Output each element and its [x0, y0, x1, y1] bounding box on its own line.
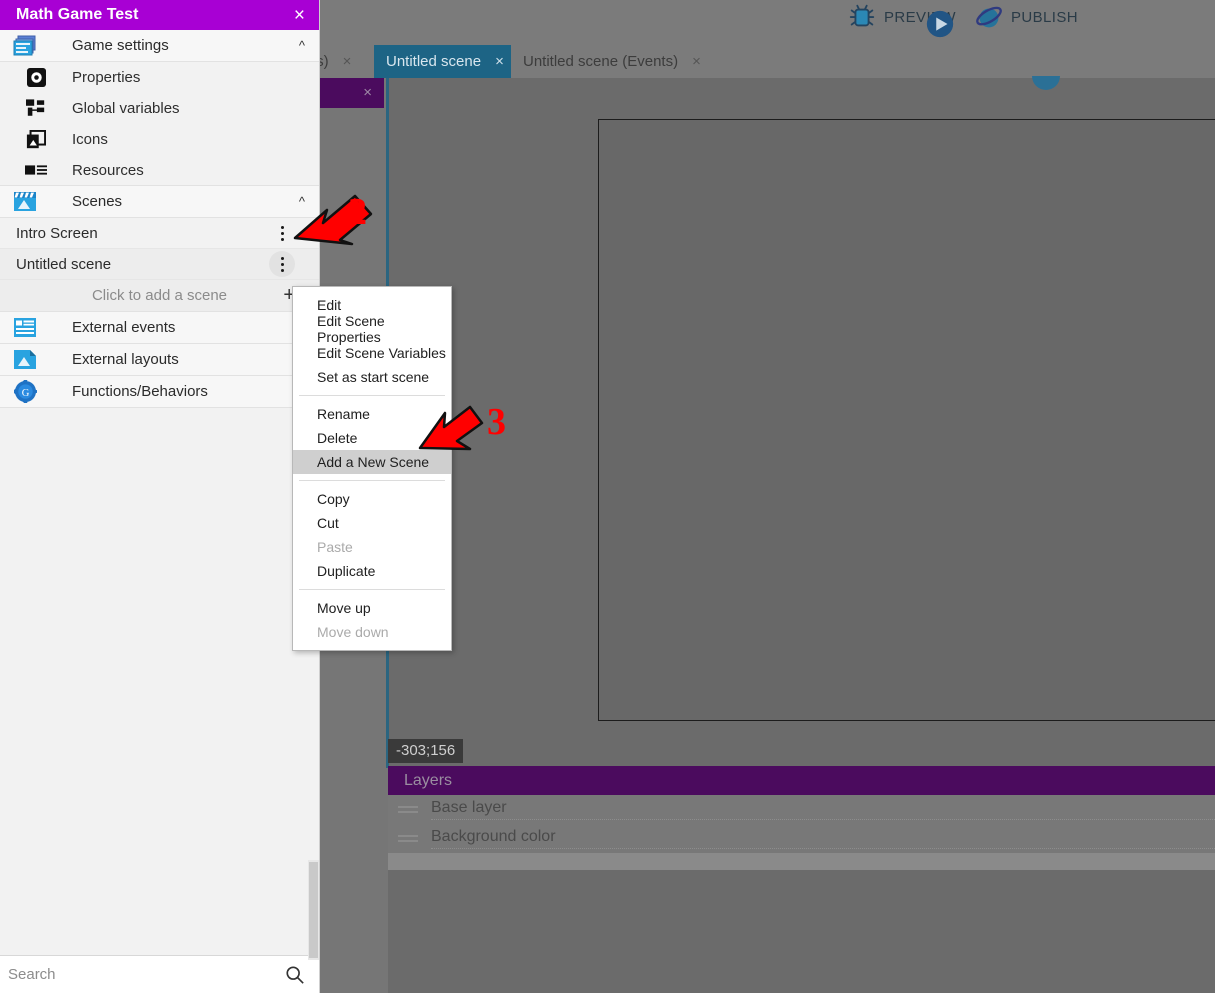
sidebar-label-properties: Properties	[72, 69, 141, 86]
sidebar-scene-intro-screen[interactable]: Intro Screen	[0, 218, 319, 249]
scene-name: Intro Screen	[16, 224, 98, 242]
more-vertical-icon[interactable]	[269, 251, 295, 277]
external-layouts-icon	[0, 349, 50, 371]
sidebar-section-scenes[interactable]: Scenes ^	[0, 186, 319, 218]
context-menu-item-delete[interactable]: Delete	[293, 426, 451, 450]
close-icon[interactable]: ×	[294, 6, 305, 25]
sidebar-empty-area	[0, 408, 319, 955]
background-panel-close-icon[interactable]: ×	[363, 84, 372, 101]
publish-label: PUBLISH	[1011, 8, 1078, 26]
game-settings-icon	[0, 35, 50, 57]
sidebar-label-scenes: Scenes	[72, 193, 123, 210]
layers-panel-header: Layers	[388, 766, 1215, 795]
more-vertical-icon[interactable]	[269, 220, 295, 246]
sidebar-section-functions-behaviors[interactable]: G Functions/Behaviors ^	[0, 376, 319, 408]
tab-1-label: Untitled scene	[386, 53, 482, 70]
context-menu-item-paste: Paste	[317, 539, 353, 555]
layers-panel-footer	[388, 853, 1215, 870]
annotation-number-2: 2	[348, 191, 367, 233]
chevron-up-icon[interactable]: ^	[299, 194, 305, 209]
search-input[interactable]	[8, 966, 285, 983]
sidebar-section-external-layouts[interactable]: External layouts ^	[0, 344, 319, 376]
context-menu-separator	[299, 395, 445, 396]
tab-2-label: Untitled scene (Events)	[523, 53, 679, 70]
sidebar-add-scene-row[interactable]: Click to add a scene +	[0, 280, 319, 312]
publish-button[interactable]: PUBLISH	[974, 2, 1078, 32]
sidebar-label-icons: Icons	[72, 131, 108, 148]
project-manager-sidebar: Math Game Test × Game settings ^ Propert…	[0, 0, 320, 993]
global-variables-icon	[0, 99, 72, 118]
sidebar-search-bar[interactable]	[0, 955, 319, 993]
sidebar-scrollbar-thumb[interactable]	[309, 862, 318, 958]
tab-0-close-icon[interactable]: ×	[343, 54, 352, 69]
sidebar-scene-untitled-scene[interactable]: Untitled scene	[0, 249, 319, 280]
external-events-icon	[0, 317, 50, 339]
sidebar-item-resources[interactable]: Resources	[0, 155, 319, 186]
project-title-bar: Math Game Test ×	[0, 0, 319, 30]
bug-icon	[849, 4, 875, 27]
sidebar-section-external-events[interactable]: External events ^	[0, 312, 319, 344]
context-menu-item-move-up[interactable]: Move up	[293, 596, 451, 620]
layer-row-background[interactable]: Background color	[388, 824, 1215, 853]
layer-row-base[interactable]: Base layer	[388, 795, 1215, 824]
context-menu-item-set-as-start-scene[interactable]: Set as start scene	[293, 365, 451, 389]
resources-list-icon	[0, 163, 72, 177]
drag-handle-icon[interactable]	[398, 834, 418, 843]
layer-name: Background color	[431, 828, 1215, 849]
sidebar-section-game-settings[interactable]: Game settings ^	[0, 30, 319, 62]
sidebar-item-icons[interactable]: Icons	[0, 124, 319, 155]
scenes-clapperboard-icon	[0, 191, 50, 213]
chevron-up-icon[interactable]: ^	[299, 38, 305, 53]
sidebar-item-properties[interactable]: Properties	[0, 62, 319, 93]
sidebar-label-game-settings: Game settings	[72, 37, 169, 54]
layers-title: Layers	[404, 771, 453, 789]
sidebar-label-external-events: External events	[72, 319, 176, 336]
context-menu-item-rename[interactable]: Rename	[293, 402, 451, 426]
icons-image-icon	[0, 129, 72, 150]
cursor-coordinates-badge: -303;156	[388, 739, 464, 763]
context-menu-item-edit-scene-variables[interactable]: Edit Scene Variables	[293, 341, 451, 365]
context-menu-item-copy[interactable]: Copy	[293, 487, 451, 511]
tab-untitled-scene-events[interactable]: Untitled scene (Events) ×	[511, 45, 714, 78]
sidebar-label-external-layouts: External layouts	[72, 351, 179, 368]
scene-viewport-rect	[598, 119, 1215, 721]
project-title: Math Game Test	[16, 6, 139, 23]
drag-handle-icon[interactable]	[398, 805, 418, 814]
tab-2-close-icon[interactable]: ×	[692, 54, 701, 69]
context-menu-item-move-down: Move down	[317, 624, 389, 640]
properties-gear-icon	[0, 68, 72, 87]
functions-behaviors-icon: G	[0, 380, 50, 403]
context-menu-item-duplicate[interactable]: Duplicate	[293, 559, 451, 583]
context-menu-item-cut[interactable]: Cut	[293, 511, 451, 535]
context-menu-separator	[299, 480, 445, 481]
publish-globe-icon	[976, 6, 1002, 28]
sidebar-item-global-variables[interactable]: Global variables	[0, 93, 319, 124]
scene-name: Untitled scene	[16, 255, 112, 273]
layer-name: Base layer	[431, 799, 1215, 820]
sidebar-label-functions-behaviors: Functions/Behaviors	[72, 383, 208, 400]
context-menu-item-add-a-new-scene[interactable]: Add a New Scene	[293, 450, 451, 474]
search-icon[interactable]	[285, 965, 305, 985]
scene-context-menu[interactable]: Edit Edit Scene Properties Edit Scene Va…	[292, 286, 452, 651]
tab-1-close-icon[interactable]: ×	[495, 54, 504, 69]
context-menu-separator	[299, 589, 445, 590]
sidebar-label-global-variables: Global variables	[72, 100, 180, 117]
tab-untitled-scene[interactable]: Untitled scene ×	[374, 45, 511, 78]
layers-panel: Layers Base layer Background color	[388, 766, 1215, 870]
context-menu-item-edit-scene-properties[interactable]: Edit Scene Properties	[293, 313, 451, 345]
svg-text:G: G	[21, 388, 29, 399]
preview-play-icon[interactable]	[925, 9, 955, 39]
add-scene-label: Click to add a scene	[91, 287, 228, 304]
sidebar-label-resources: Resources	[72, 161, 144, 179]
annotation-number-3: 3	[487, 401, 506, 443]
